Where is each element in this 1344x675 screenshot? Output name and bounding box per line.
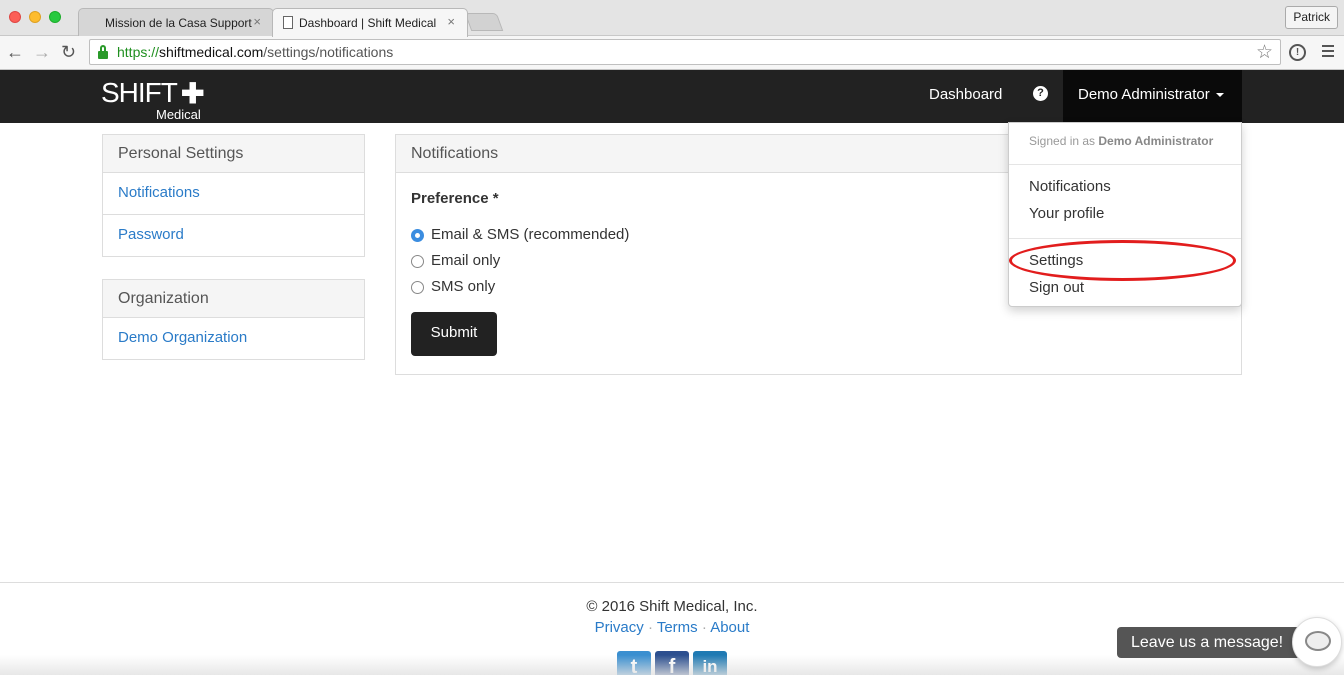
footer-copyright: © 2016 Shift Medical, Inc. xyxy=(586,598,758,615)
preference-label: Preference * xyxy=(411,190,499,207)
user-name: Demo Administrator xyxy=(1078,86,1210,103)
forward-arrow-icon[interactable]: → xyxy=(33,41,51,63)
menu-item-notifications[interactable]: Notifications xyxy=(1029,178,1111,195)
menu-icon[interactable] xyxy=(1322,45,1334,60)
divider xyxy=(1009,238,1241,239)
footer-divider xyxy=(0,582,1344,583)
panel-heading: Organization xyxy=(103,280,364,318)
twitter-icon[interactable]: t xyxy=(617,651,651,675)
plus-icon: ✚ xyxy=(181,78,205,109)
tab-title: Mission de la Casa Support xyxy=(105,16,252,30)
nav-dashboard-link[interactable]: Dashboard xyxy=(929,70,1002,123)
window-close-icon[interactable] xyxy=(9,11,21,23)
browser-profile-button[interactable]: Patrick xyxy=(1285,6,1338,29)
signed-in-as-text: Signed in as Demo Administrator xyxy=(1029,134,1214,148)
radio-button[interactable] xyxy=(411,229,424,242)
help-icon[interactable]: ? xyxy=(1033,86,1048,101)
lock-icon xyxy=(98,45,108,59)
divider xyxy=(1009,164,1241,165)
browser-tab-dashboard[interactable]: Dashboard | Shift Medical × xyxy=(272,8,468,37)
footer-link-about[interactable]: About xyxy=(710,619,749,636)
tab-close-icon[interactable]: × xyxy=(447,14,455,29)
window-maximize-icon[interactable] xyxy=(49,11,61,23)
browser-tab-mission[interactable]: Mission de la Casa Support × xyxy=(78,8,274,36)
panel-heading: Personal Settings xyxy=(103,135,364,173)
new-tab-button[interactable] xyxy=(464,13,504,31)
tab-title: Dashboard | Shift Medical xyxy=(299,16,437,30)
radio-button[interactable] xyxy=(411,255,424,268)
browser-tab-strip: Mission de la Casa Support × Dashboard |… xyxy=(0,0,1344,37)
sidebar-item-demo-organization[interactable]: Demo Organization xyxy=(103,318,364,360)
shift-medical-logo[interactable]: SHIFT ✚ Medical xyxy=(101,78,204,122)
personal-settings-panel: Personal Settings Notifications Password xyxy=(102,134,365,257)
document-icon xyxy=(283,16,293,29)
back-arrow-icon[interactable]: ← xyxy=(6,41,24,63)
extension-icon[interactable]: ! xyxy=(1289,44,1306,61)
menu-item-your-profile[interactable]: Your profile xyxy=(1029,205,1104,222)
browser-toolbar: ← → ↻ https://shiftmedical.com/settings/… xyxy=(0,36,1344,70)
site-navbar: SHIFT ✚ Medical Dashboard ? Demo Adminis… xyxy=(0,70,1344,123)
user-menu-toggle[interactable]: Demo Administrator xyxy=(1063,70,1242,123)
separator: · xyxy=(643,619,657,636)
star-icon[interactable]: ☆ xyxy=(1256,41,1273,64)
sidebar-item-password[interactable]: Password xyxy=(103,215,364,257)
settings-highlight-annotation xyxy=(1009,240,1236,281)
footer-link-terms[interactable]: Terms xyxy=(657,619,698,636)
radio-button[interactable] xyxy=(411,281,424,294)
window-minimize-icon[interactable] xyxy=(29,11,41,23)
radio-label: Email only xyxy=(431,252,501,269)
reload-icon[interactable]: ↻ xyxy=(61,41,76,63)
chat-icon xyxy=(1305,631,1331,651)
facebook-icon[interactable]: f xyxy=(655,651,689,675)
linkedin-icon[interactable]: in xyxy=(693,651,727,675)
radio-label: Email & SMS (recommended) xyxy=(431,226,630,243)
url-text: https://shiftmedical.com/settings/notifi… xyxy=(117,44,394,60)
submit-button[interactable]: Submit xyxy=(411,312,497,356)
sidebar-item-notifications[interactable]: Notifications xyxy=(103,173,364,215)
menu-item-sign-out[interactable]: Sign out xyxy=(1029,279,1084,296)
footer-link-privacy[interactable]: Privacy xyxy=(595,619,644,636)
chat-launcher-button[interactable] xyxy=(1292,617,1342,667)
tab-close-icon[interactable]: × xyxy=(253,14,261,29)
organization-panel: Organization Demo Organization xyxy=(102,279,365,360)
address-bar[interactable]: https://shiftmedical.com/settings/notifi… xyxy=(89,39,1281,65)
chat-message-bubble[interactable]: Leave us a message! xyxy=(1117,627,1301,658)
radio-label: SMS only xyxy=(431,278,496,295)
separator: · xyxy=(697,619,711,636)
caret-down-icon xyxy=(1215,93,1224,98)
